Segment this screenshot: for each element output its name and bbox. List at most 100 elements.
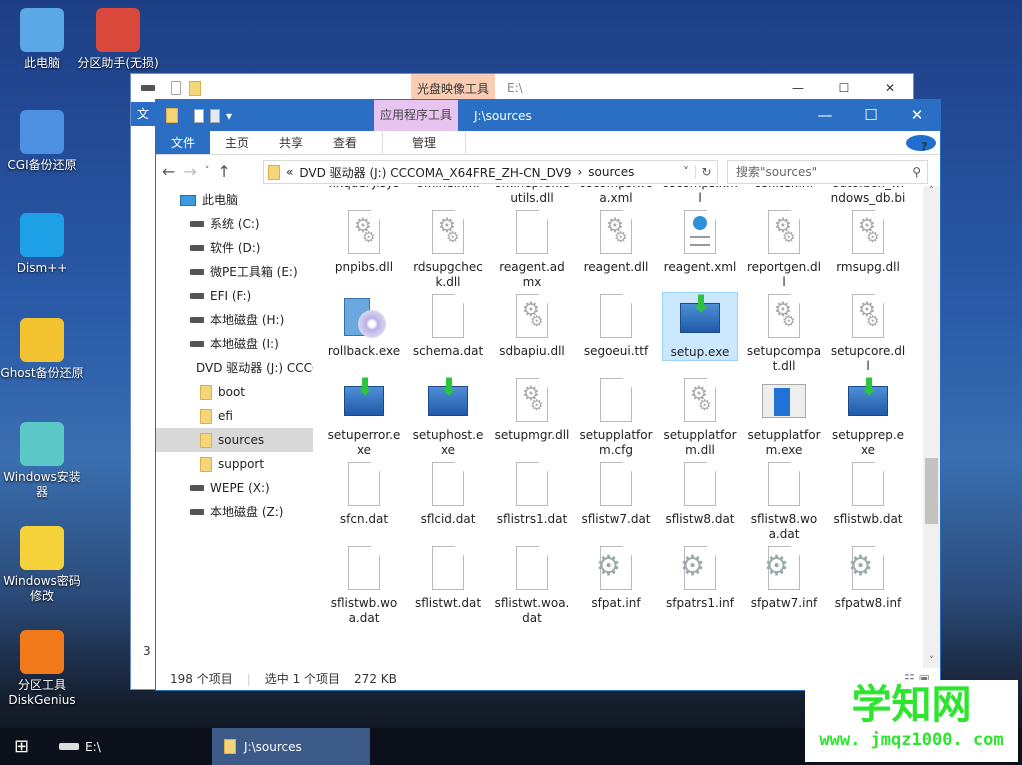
- file-item[interactable]: oscomps.woa.xml: [578, 186, 654, 206]
- file-item[interactable]: ⚙ sfpatw8.inf: [830, 544, 906, 611]
- new-folder-icon[interactable]: [210, 108, 220, 123]
- minimize-button[interactable]: —: [802, 100, 848, 131]
- scroll-up-icon[interactable]: ˄: [923, 186, 940, 196]
- properties-icon[interactable]: [194, 108, 204, 123]
- customize-dropdown-icon[interactable]: ▾: [226, 109, 232, 123]
- file-item[interactable]: rollback.exe: [326, 292, 402, 359]
- file-item[interactable]: ⚙ ⚙ setupmgr.dll: [494, 376, 570, 443]
- taskbar-item-e-drive[interactable]: E:\: [85, 740, 101, 754]
- start-button[interactable]: ⊞: [14, 736, 29, 757]
- nav-item[interactable]: 系统 (C:): [156, 212, 313, 236]
- file-item[interactable]: setupplatform.cfg: [578, 376, 654, 458]
- nav-item[interactable]: 此电脑: [156, 188, 313, 212]
- file-item[interactable]: sflcid.dat: [410, 460, 486, 527]
- file-item[interactable]: ⚙ ⚙ sdbapiu.dll: [494, 292, 570, 359]
- file-item[interactable]: ⚙ sfpatw7.inf: [746, 544, 822, 611]
- desktop-icon[interactable]: 分区助手(无损): [76, 8, 160, 71]
- scroll-down-icon[interactable]: ˅: [923, 656, 940, 666]
- nav-item[interactable]: 本地磁盘 (Z:): [156, 500, 313, 524]
- maximize-button[interactable]: ☐: [848, 100, 894, 131]
- help-icon[interactable]: ?: [906, 135, 936, 153]
- nav-item[interactable]: boot: [156, 380, 313, 404]
- tab-file[interactable]: 文件: [156, 131, 211, 154]
- file-item[interactable]: segoeui.ttf: [578, 292, 654, 359]
- nav-item[interactable]: WEPE (X:): [156, 476, 313, 500]
- minimize-button[interactable]: —: [775, 81, 821, 95]
- nav-item[interactable]: DVD 驱动器 (J:) CCCOMA: [156, 356, 313, 380]
- nav-item[interactable]: 软件 (D:): [156, 236, 313, 260]
- tab-manage[interactable]: 管理: [382, 131, 467, 154]
- breadcrumb-current[interactable]: sources: [588, 165, 634, 179]
- maximize-button[interactable]: ☐: [821, 81, 867, 95]
- desktop-icon[interactable]: Windows安装器: [0, 422, 84, 500]
- file-item[interactable]: ⚙osfilter.inf: [746, 186, 822, 191]
- search-input[interactable]: 搜索"sources" ⚲: [727, 160, 928, 184]
- file-item[interactable]: sflistrs1.dat: [494, 460, 570, 527]
- context-tab-app-tools[interactable]: 应用程序工具: [374, 100, 458, 131]
- file-item[interactable]: ⚙ ⚙ rdsupgcheck.dll: [410, 208, 486, 290]
- close-button[interactable]: ✕: [867, 81, 913, 95]
- address-dropdown-icon[interactable]: ˅: [683, 165, 689, 179]
- nav-item[interactable]: support: [156, 452, 313, 476]
- file-item[interactable]: ⚙ ⚙ reportgen.dll: [746, 208, 822, 290]
- taskbar-item-sources[interactable]: J:\sources: [212, 728, 370, 765]
- file-item[interactable]: sflistwb.dat: [830, 460, 906, 527]
- desktop-icon[interactable]: 分区工具DiskGenius: [0, 630, 84, 708]
- desktop-icon[interactable]: Dism++: [0, 213, 84, 276]
- file-item[interactable]: ⬇ setup.exe: [662, 292, 738, 361]
- file-item[interactable]: sflistw7.dat: [578, 460, 654, 527]
- file-item[interactable]: sflistwt.dat: [410, 544, 486, 611]
- file-item[interactable]: ⚙⚙offlineprofileutils.dll: [494, 186, 570, 206]
- file-item[interactable]: ⚙ ⚙ setupcompat.dll: [746, 292, 822, 374]
- file-item[interactable]: oscomps.xml: [662, 186, 738, 206]
- tab-home[interactable]: 主页: [210, 131, 264, 154]
- file-item[interactable]: reagent.admx: [494, 208, 570, 290]
- file-item[interactable]: setupplatform.exe: [746, 376, 822, 458]
- breadcrumb-overflow[interactable]: «: [286, 165, 293, 179]
- tab-view[interactable]: 查看: [318, 131, 372, 154]
- file-item[interactable]: ⬇ setuphost.exe: [410, 375, 486, 458]
- file-item[interactable]: ⚙ ⚙ setupplatform.dll: [662, 376, 738, 458]
- scrollbar-thumb[interactable]: [925, 458, 938, 524]
- file-item[interactable]: sflistwt.woa.dat: [494, 544, 570, 626]
- desktop-icon[interactable]: Windows密码修改: [0, 526, 84, 604]
- nav-item[interactable]: sources: [156, 428, 313, 452]
- file-item[interactable]: ⚙ ⚙ setupcore.dll: [830, 292, 906, 374]
- nav-item[interactable]: efi: [156, 404, 313, 428]
- address-bar[interactable]: « DVD 驱动器 (J:) CCCOMA_X64FRE_ZH-CN_DV9 ›…: [263, 160, 718, 184]
- recent-locations-button[interactable]: ˅: [205, 166, 210, 176]
- file-item[interactable]: sfcn.dat: [326, 460, 402, 527]
- file-item[interactable]: sflistw8.dat: [662, 460, 738, 527]
- breadcrumb-drive[interactable]: DVD 驱动器 (J:) CCCOMA_X64FRE_ZH-CN_DV9: [299, 164, 571, 181]
- vertical-scrollbar[interactable]: ˄ ˅: [923, 186, 940, 668]
- desktop-icon[interactable]: Ghost备份还原: [0, 318, 84, 381]
- file-item[interactable]: ⬇ setupprep.exe: [830, 375, 906, 458]
- nav-item[interactable]: 本地磁盘 (I:): [156, 332, 313, 356]
- back-file-tab[interactable]: 文: [131, 102, 157, 126]
- file-item[interactable]: sflistw8.woa.dat: [746, 460, 822, 542]
- up-button[interactable]: ↑: [217, 162, 230, 181]
- file-item[interactable]: ⚙ sfpat.inf: [578, 544, 654, 611]
- forward-button[interactable]: →: [183, 162, 196, 181]
- breadcrumb-separator[interactable]: ›: [577, 165, 582, 179]
- close-button[interactable]: ✕: [894, 100, 940, 131]
- refresh-icon[interactable]: ↻: [695, 165, 717, 179]
- file-item[interactable]: ⚙ ⚙ rmsupg.dll: [830, 208, 906, 275]
- explorer-window[interactable]: ▾ 应用程序工具 J:\sources — ☐ ✕ 文件 主页 共享 查看 管理…: [155, 99, 941, 691]
- nav-item[interactable]: 微PE工具箱 (E:): [156, 260, 313, 284]
- file-item[interactable]: offline.xml: [410, 186, 486, 191]
- nav-item[interactable]: 本地磁盘 (H:): [156, 308, 313, 332]
- tab-share[interactable]: 共享: [264, 131, 318, 154]
- file-item[interactable]: sflistwb.woa.dat: [326, 544, 402, 626]
- file-item[interactable]: ⬇ setuperror.exe: [326, 375, 402, 458]
- desktop-icon[interactable]: CGI备份还原: [0, 110, 84, 173]
- desktop-icon[interactable]: 此电脑: [0, 8, 84, 71]
- file-item[interactable]: schema.dat: [410, 292, 486, 359]
- file-item[interactable]: reagent.xml: [662, 208, 738, 275]
- file-item[interactable]: ⚙ ⚙ reagent.dll: [578, 208, 654, 275]
- file-item[interactable]: ⚙ ⚙ pnpibs.dll: [326, 208, 402, 275]
- file-item[interactable]: nxquery.sys: [326, 186, 402, 191]
- nav-item[interactable]: EFI (F:): [156, 284, 313, 308]
- file-item[interactable]: ⚙ sfpatrs1.inf: [662, 544, 738, 611]
- back-button[interactable]: ←: [162, 162, 175, 181]
